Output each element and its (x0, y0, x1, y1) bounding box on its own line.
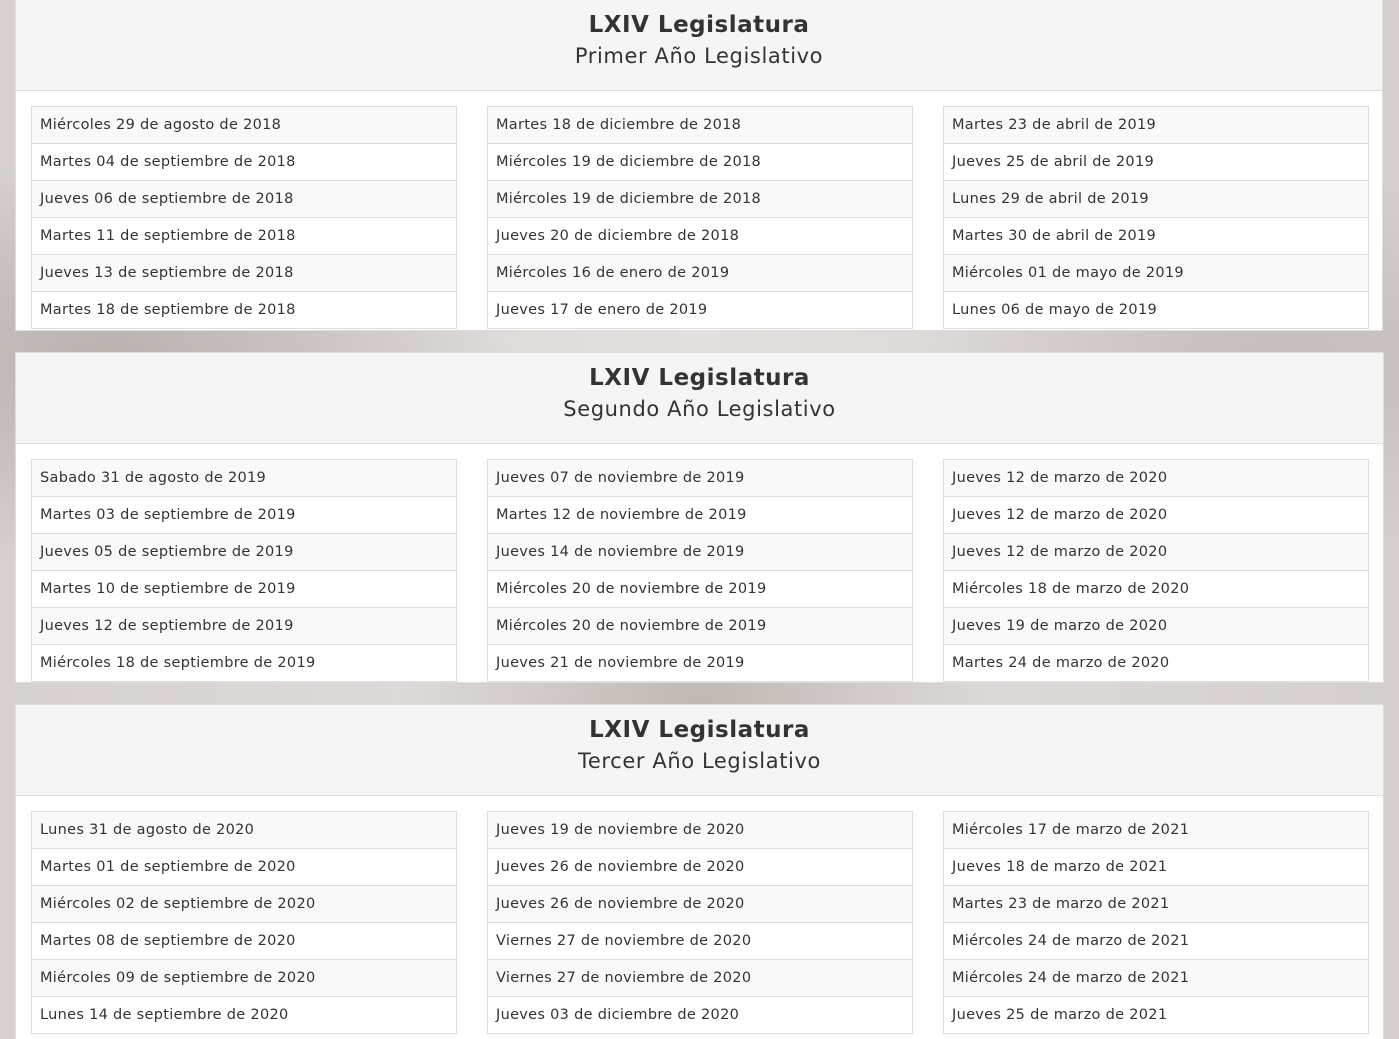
session-date-link[interactable]: Jueves 12 de marzo de 2020 (944, 534, 1368, 571)
session-date-list: Martes 18 de diciembre de 2018 Miércoles… (487, 106, 913, 329)
session-date-link[interactable]: Jueves 12 de septiembre de 2019 (32, 608, 456, 645)
session-date-link[interactable]: Miércoles 18 de marzo de 2020 (944, 571, 1368, 608)
session-date-link[interactable]: Miércoles 24 de marzo de 2021 (944, 960, 1368, 997)
session-date-link[interactable]: Martes 11 de septiembre de 2018 (32, 218, 456, 255)
panel-title: LXIV Legislatura (588, 12, 810, 38)
session-date-link[interactable]: Jueves 14 de noviembre de 2019 (488, 534, 912, 571)
session-date-link[interactable]: Martes 12 de noviembre de 2019 (488, 497, 912, 534)
session-date-link[interactable]: Jueves 12 de marzo de 2020 (944, 460, 1368, 497)
session-date-link[interactable]: Miércoles 17 de marzo de 2021 (944, 812, 1368, 849)
session-date-list: Miércoles 29 de agosto de 2018 Martes 04… (31, 106, 457, 329)
session-date-link[interactable]: Miércoles 09 de septiembre de 2020 (32, 960, 456, 997)
session-date-list: Jueves 12 de marzo de 2020 Jueves 12 de … (943, 459, 1369, 682)
session-date-list: Sabado 31 de agosto de 2019 Martes 03 de… (31, 459, 457, 682)
session-date-link[interactable]: Miércoles 20 de noviembre de 2019 (488, 608, 912, 645)
session-date-link[interactable]: Miércoles 24 de marzo de 2021 (944, 923, 1368, 960)
session-date-link[interactable]: Jueves 07 de noviembre de 2019 (488, 460, 912, 497)
session-date-list: Miércoles 17 de marzo de 2021 Jueves 18 … (943, 811, 1369, 1034)
legislative-year-panel-tercer: LXIV Legislatura Tercer Año Legislativo … (15, 704, 1384, 1039)
legislative-year-panel-primer: LXIV Legislatura Primer Año Legislativo … (15, 0, 1383, 331)
session-date-list: Jueves 19 de noviembre de 2020 Jueves 26… (487, 811, 913, 1034)
panel-subtitle: Segundo Año Legislativo (563, 397, 836, 421)
session-date-link[interactable]: Jueves 13 de septiembre de 2018 (32, 255, 456, 292)
session-date-link[interactable]: Jueves 05 de septiembre de 2019 (32, 534, 456, 571)
session-date-link[interactable]: Lunes 31 de agosto de 2020 (32, 812, 456, 849)
session-date-link[interactable]: Jueves 26 de noviembre de 2020 (488, 886, 912, 923)
session-date-link[interactable]: Jueves 03 de diciembre de 2020 (488, 997, 912, 1034)
session-date-link[interactable]: Jueves 20 de diciembre de 2018 (488, 218, 912, 255)
panel-heading: LXIV Legislatura Tercer Año Legislativo (16, 705, 1383, 796)
session-date-link[interactable]: Jueves 17 de enero de 2019 (488, 292, 912, 329)
panel-heading: LXIV Legislatura Primer Año Legislativo (16, 0, 1382, 91)
session-date-link[interactable]: Lunes 29 de abril de 2019 (944, 181, 1368, 218)
session-date-link[interactable]: Martes 01 de septiembre de 2020 (32, 849, 456, 886)
panel-title: LXIV Legislatura (589, 717, 810, 743)
session-date-link[interactable]: Jueves 18 de marzo de 2021 (944, 849, 1368, 886)
session-date-link[interactable]: Miércoles 16 de enero de 2019 (488, 255, 912, 292)
session-date-link[interactable]: Miércoles 19 de diciembre de 2018 (488, 181, 912, 218)
session-date-link[interactable]: Martes 18 de septiembre de 2018 (32, 292, 456, 329)
session-date-link[interactable]: Viernes 27 de noviembre de 2020 (488, 923, 912, 960)
session-date-link[interactable]: Martes 23 de marzo de 2021 (944, 886, 1368, 923)
session-date-list: Martes 23 de abril de 2019 Jueves 25 de … (943, 106, 1369, 329)
session-date-link[interactable]: Miércoles 20 de noviembre de 2019 (488, 571, 912, 608)
session-date-link[interactable]: Martes 03 de septiembre de 2019 (32, 497, 456, 534)
session-date-link[interactable]: Martes 30 de abril de 2019 (944, 218, 1368, 255)
session-date-link[interactable]: Martes 24 de marzo de 2020 (944, 645, 1368, 682)
panel-title: LXIV Legislatura (589, 365, 810, 391)
session-date-link[interactable]: Martes 08 de septiembre de 2020 (32, 923, 456, 960)
session-date-link[interactable]: Jueves 19 de marzo de 2020 (944, 608, 1368, 645)
session-date-link[interactable]: Jueves 21 de noviembre de 2019 (488, 645, 912, 682)
session-date-link[interactable]: Jueves 25 de abril de 2019 (944, 144, 1368, 181)
panel-subtitle: Tercer Año Legislativo (578, 749, 821, 773)
session-date-list: Jueves 07 de noviembre de 2019 Martes 12… (487, 459, 913, 682)
session-date-link[interactable]: Jueves 06 de septiembre de 2018 (32, 181, 456, 218)
panel-subtitle: Primer Año Legislativo (574, 44, 824, 68)
session-date-link[interactable]: Lunes 06 de mayo de 2019 (944, 292, 1368, 329)
legislative-year-panel-segundo: LXIV Legislatura Segundo Año Legislativo… (15, 352, 1384, 683)
session-date-link[interactable]: Lunes 14 de septiembre de 2020 (32, 997, 456, 1034)
session-date-link[interactable]: Miércoles 19 de diciembre de 2018 (488, 144, 912, 181)
session-date-link[interactable]: Jueves 26 de noviembre de 2020 (488, 849, 912, 886)
session-date-link[interactable]: Miércoles 01 de mayo de 2019 (944, 255, 1368, 292)
session-date-link[interactable]: Jueves 19 de noviembre de 2020 (488, 812, 912, 849)
session-date-link[interactable]: Martes 04 de septiembre de 2018 (32, 144, 456, 181)
session-date-list: Lunes 31 de agosto de 2020 Martes 01 de … (31, 811, 457, 1034)
session-date-link[interactable]: Miércoles 29 de agosto de 2018 (32, 107, 456, 144)
session-date-link[interactable]: Miércoles 02 de septiembre de 2020 (32, 886, 456, 923)
session-date-link[interactable]: Martes 10 de septiembre de 2019 (32, 571, 456, 608)
session-date-link[interactable]: Viernes 27 de noviembre de 2020 (488, 960, 912, 997)
session-date-link[interactable]: Jueves 25 de marzo de 2021 (944, 997, 1368, 1034)
session-date-link[interactable]: Jueves 12 de marzo de 2020 (944, 497, 1368, 534)
session-date-link[interactable]: Martes 23 de abril de 2019 (944, 107, 1368, 144)
session-date-link[interactable]: Miércoles 18 de septiembre de 2019 (32, 645, 456, 682)
session-date-link[interactable]: Sabado 31 de agosto de 2019 (32, 460, 456, 497)
session-date-link[interactable]: Martes 18 de diciembre de 2018 (488, 107, 912, 144)
panel-heading: LXIV Legislatura Segundo Año Legislativo (16, 353, 1383, 444)
